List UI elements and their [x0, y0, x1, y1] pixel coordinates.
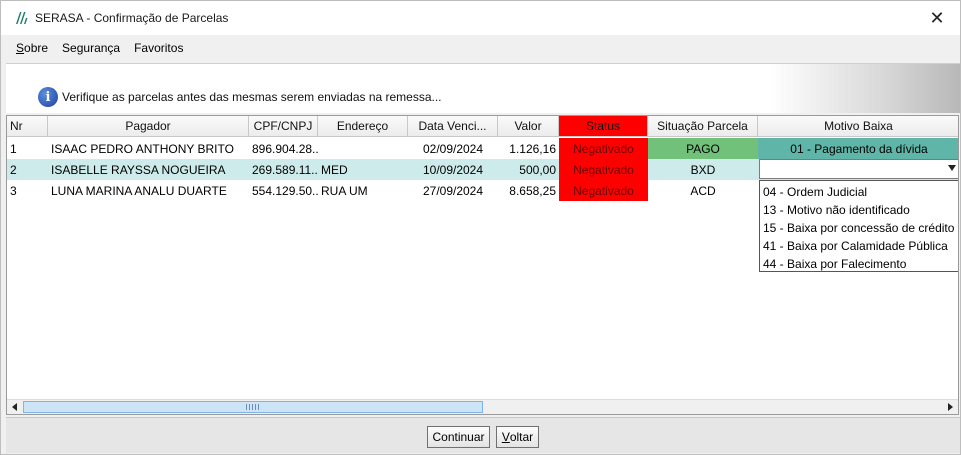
cell-status: Negativado	[559, 138, 648, 159]
cell-nr: 2	[7, 159, 48, 180]
parcelas-grid[interactable]: Nr Pagador CPF/CNPJ Endereço Data Venci.…	[6, 115, 959, 415]
cell-situacao: PAGO	[648, 138, 758, 159]
info-icon: i	[38, 87, 58, 107]
cell-data: 27/09/2024	[422, 183, 484, 198]
menu-sobre[interactable]: Sobre	[9, 41, 55, 55]
dropdown-option[interactable]: 13 - Motivo não identificado	[760, 201, 958, 219]
cell-motivo[interactable]: 01 - Pagamento da dívida	[758, 138, 958, 159]
menu-sobre-mnemonic: S	[16, 41, 25, 55]
cell-cpf: 269.589.11...	[249, 159, 318, 180]
motivo-baixa-dropdown[interactable]: 04 - Ordem Judicial 13 - Motivo não iden…	[759, 180, 958, 273]
column-header-nr[interactable]: Nr	[7, 116, 48, 137]
horizontal-scrollbar[interactable]	[7, 399, 958, 414]
cell-valor: 1.126,16	[509, 141, 556, 156]
continuar-button[interactable]: Continuar	[427, 426, 490, 448]
cell-situacao: ACD	[690, 183, 716, 198]
column-header-motivo[interactable]: Motivo Baixa	[758, 116, 958, 137]
column-header-valor[interactable]: Valor	[498, 116, 559, 137]
cell-pagador: LUNA MARINA ANALU DUARTE	[51, 183, 227, 198]
grip-icon	[246, 404, 260, 410]
dropdown-option[interactable]: 41 - Baixa por Calamidade Pública	[760, 237, 958, 255]
confirmation-window: SERASA - Confirmação de Parcelas ✕ Sobre…	[0, 0, 961, 455]
close-icon[interactable]: ✕	[914, 1, 960, 35]
cell-situacao: BXD	[648, 159, 758, 180]
window-title: SERASA - Confirmação de Parcelas	[35, 11, 229, 25]
menu-sobre-rest: obre	[24, 41, 49, 55]
serasa-logo-icon	[16, 12, 28, 24]
voltar-rest: oltar	[509, 430, 534, 444]
cell-nr: 1	[10, 141, 17, 156]
cell-status: Negativado	[559, 180, 648, 201]
cell-valor: 500,00	[498, 159, 559, 180]
cell-pagador: ISAAC PEDRO ANTHONY BRITO	[51, 141, 234, 156]
cell-valor: 8.658,25	[509, 183, 556, 198]
cell-status: Negativado	[559, 159, 648, 180]
scrollbar-thumb[interactable]	[23, 401, 483, 413]
menu-bar: Sobre Segurança Favoritos	[1, 35, 960, 61]
scroll-right-button[interactable]	[943, 400, 958, 414]
arrow-left-icon	[12, 403, 17, 411]
dropdown-option[interactable]: 15 - Baixa por concessão de crédito	[760, 219, 958, 237]
column-header-pagador[interactable]: Pagador	[48, 116, 249, 137]
cell-endereco: MED	[318, 159, 408, 180]
info-message: Verifique as parcelas antes das mesmas s…	[62, 90, 442, 104]
voltar-mnemonic: V	[501, 430, 510, 444]
motivo-baixa-select[interactable]	[759, 159, 958, 179]
cell-data: 02/09/2024	[422, 141, 484, 156]
voltar-button[interactable]: Voltar	[496, 426, 539, 448]
cell-nr: 3	[10, 183, 17, 198]
dropdown-option[interactable]: 04 - Ordem Judicial	[760, 183, 958, 201]
arrow-right-icon	[948, 403, 953, 411]
menu-favoritos[interactable]: Favoritos	[127, 41, 190, 55]
dropdown-option[interactable]: 44 - Baixa por Falecimento	[760, 255, 958, 273]
column-header-cpf[interactable]: CPF/CNPJ	[249, 116, 318, 137]
cell-endereco: RUA UM	[321, 183, 368, 198]
menu-seguranca[interactable]: Segurança	[55, 41, 127, 55]
column-header-status[interactable]: Status	[559, 116, 648, 137]
table-row[interactable]: 1 ISAAC PEDRO ANTHONY BRITO 896.904.28..…	[7, 138, 958, 159]
column-header-endereco[interactable]: Endereço	[318, 116, 408, 137]
column-header-data[interactable]: Data Venci...	[408, 116, 498, 137]
grid-header: Nr Pagador CPF/CNPJ Endereço Data Venci.…	[7, 116, 958, 137]
footer-bar: Continuar Voltar	[6, 417, 960, 453]
cell-data: 10/09/2024	[408, 159, 498, 180]
column-header-situacao[interactable]: Situação Parcela	[648, 116, 758, 137]
scroll-left-button[interactable]	[7, 400, 22, 414]
cell-pagador: ISABELLE RAYSSA NOGUEIRA	[48, 159, 249, 180]
cell-cpf: 896.904.28...	[252, 141, 318, 156]
chevron-down-icon[interactable]	[948, 165, 956, 171]
info-panel: i Verifique as parcelas antes das mesmas…	[6, 63, 960, 113]
title-bar: SERASA - Confirmação de Parcelas ✕	[1, 1, 960, 35]
cell-endereco	[318, 138, 408, 159]
cell-cpf: 554.129.50...	[252, 183, 318, 198]
